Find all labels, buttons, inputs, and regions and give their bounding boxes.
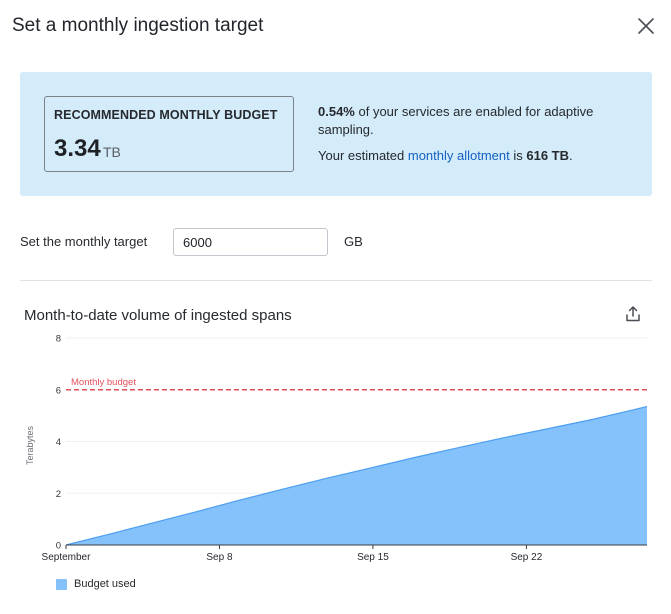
y-tick-label: 8 <box>56 334 61 345</box>
y-tick-label: 0 <box>56 541 61 552</box>
close-icon <box>638 18 654 34</box>
chart-title: Month-to-date volume of ingested spans <box>24 307 292 324</box>
y-tick-label: 6 <box>56 385 61 396</box>
enabled-percent: 0.54% <box>318 104 355 119</box>
modal-title: Set a monthly ingestion target <box>12 15 264 36</box>
monthly-target-unit: GB <box>344 234 363 249</box>
ingestion-chart: 0 2 4 6 8 September Sep 8 Sep 15 Sep 22 Monthly b… <box>25 334 648 563</box>
recommended-budget-value: 3.34 <box>54 135 101 162</box>
x-tick-label: Sep 22 <box>511 552 543 563</box>
y-axis-label: Terabytes <box>25 425 35 465</box>
allotment-suffix: . <box>569 148 573 163</box>
x-tick-label: September <box>42 552 92 563</box>
legend-label-budget-used: Budget used <box>74 578 136 590</box>
recommended-budget-label: RECOMMENDED MONTHLY BUDGET <box>54 108 278 122</box>
close-button[interactable] <box>636 16 656 36</box>
section-divider <box>20 280 652 281</box>
x-tick-label: Sep 15 <box>357 552 389 563</box>
recommended-budget-unit: TB <box>103 144 121 160</box>
enabled-percent-text: of your services are enabled for adaptiv… <box>318 104 594 137</box>
sampling-info: 0.54% of your services are enabled for a… <box>318 103 638 165</box>
allotment-prefix: Your estimated <box>318 148 408 163</box>
x-tick-label: Sep 8 <box>206 552 233 563</box>
monthly-allotment-link[interactable]: monthly allotment <box>408 148 510 163</box>
recommendation-panel: RECOMMENDED MONTHLY BUDGET 3.34 TB 0.54%… <box>20 72 652 196</box>
chart-legend: Budget used <box>56 577 136 591</box>
allotment-mid: is <box>509 148 527 163</box>
export-button[interactable] <box>624 305 644 325</box>
recommended-budget-card: RECOMMENDED MONTHLY BUDGET 3.34 TB <box>44 96 294 172</box>
monthly-target-input[interactable] <box>173 228 328 256</box>
monthly-target-label: Set the monthly target <box>20 234 148 249</box>
monthly-budget-label: Monthly budget <box>71 377 136 388</box>
export-icon <box>626 306 640 322</box>
legend-swatch-budget-used <box>56 578 67 590</box>
y-tick-label: 4 <box>56 437 61 448</box>
adaptive-sampling-text: 0.54% of your services are enabled for a… <box>318 103 638 139</box>
area-budget-used <box>66 406 647 545</box>
allotment-text: Your estimated monthly allotment is 616 … <box>318 147 638 165</box>
y-tick-label: 2 <box>56 489 61 500</box>
allotment-value: 616 TB <box>526 148 570 163</box>
